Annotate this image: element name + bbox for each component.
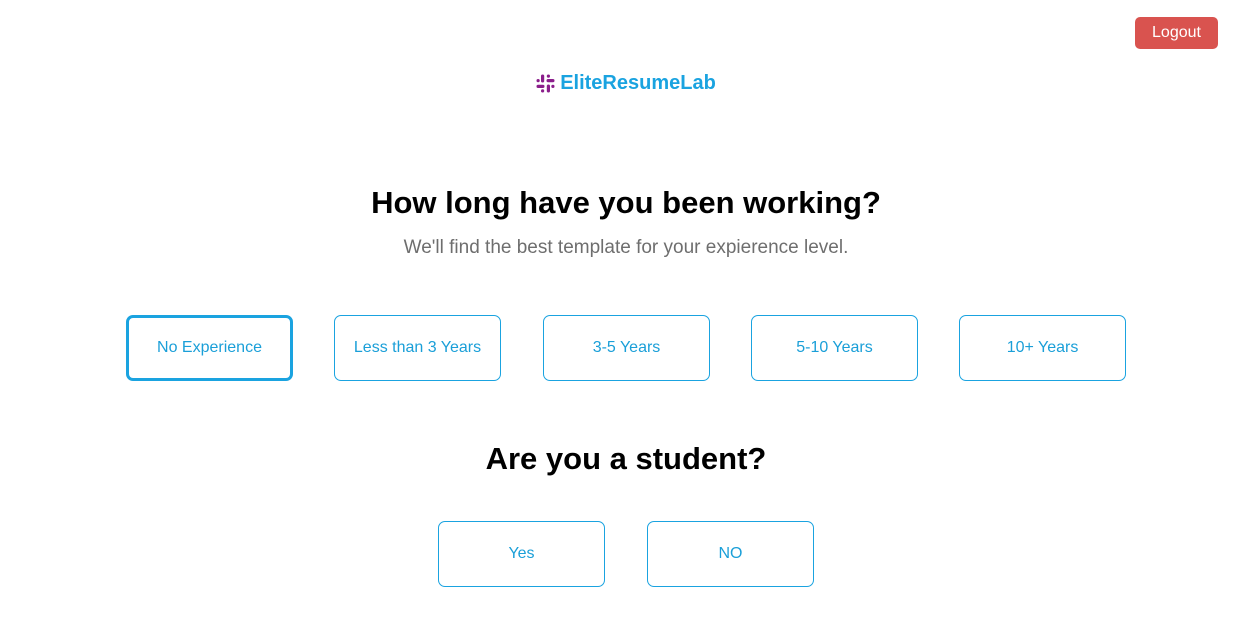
- option-less-than-3-years[interactable]: Less than 3 Years: [334, 315, 501, 381]
- brand-name: EliteResumeLab: [560, 72, 716, 94]
- slack-hash-icon: [536, 74, 555, 93]
- experience-question-subtitle: We'll find the best template for your ex…: [403, 237, 849, 258]
- option-3-5-years[interactable]: 3-5 Years: [543, 315, 710, 381]
- option-yes[interactable]: Yes: [438, 521, 605, 587]
- option-10-plus-years[interactable]: 10+ Years: [959, 315, 1126, 381]
- experience-question-title: How long have you been working?: [371, 185, 881, 220]
- page: Logout EliteResumeLab How long have you …: [0, 0, 1259, 623]
- option-no[interactable]: NO: [647, 521, 814, 587]
- logout-button[interactable]: Logout: [1135, 17, 1218, 49]
- brand-logo[interactable]: EliteResumeLab: [0, 72, 1252, 95]
- option-5-10-years[interactable]: 5-10 Years: [751, 315, 918, 381]
- option-no-experience[interactable]: No Experience: [126, 315, 293, 381]
- student-question-title: Are you a student?: [485, 441, 767, 476]
